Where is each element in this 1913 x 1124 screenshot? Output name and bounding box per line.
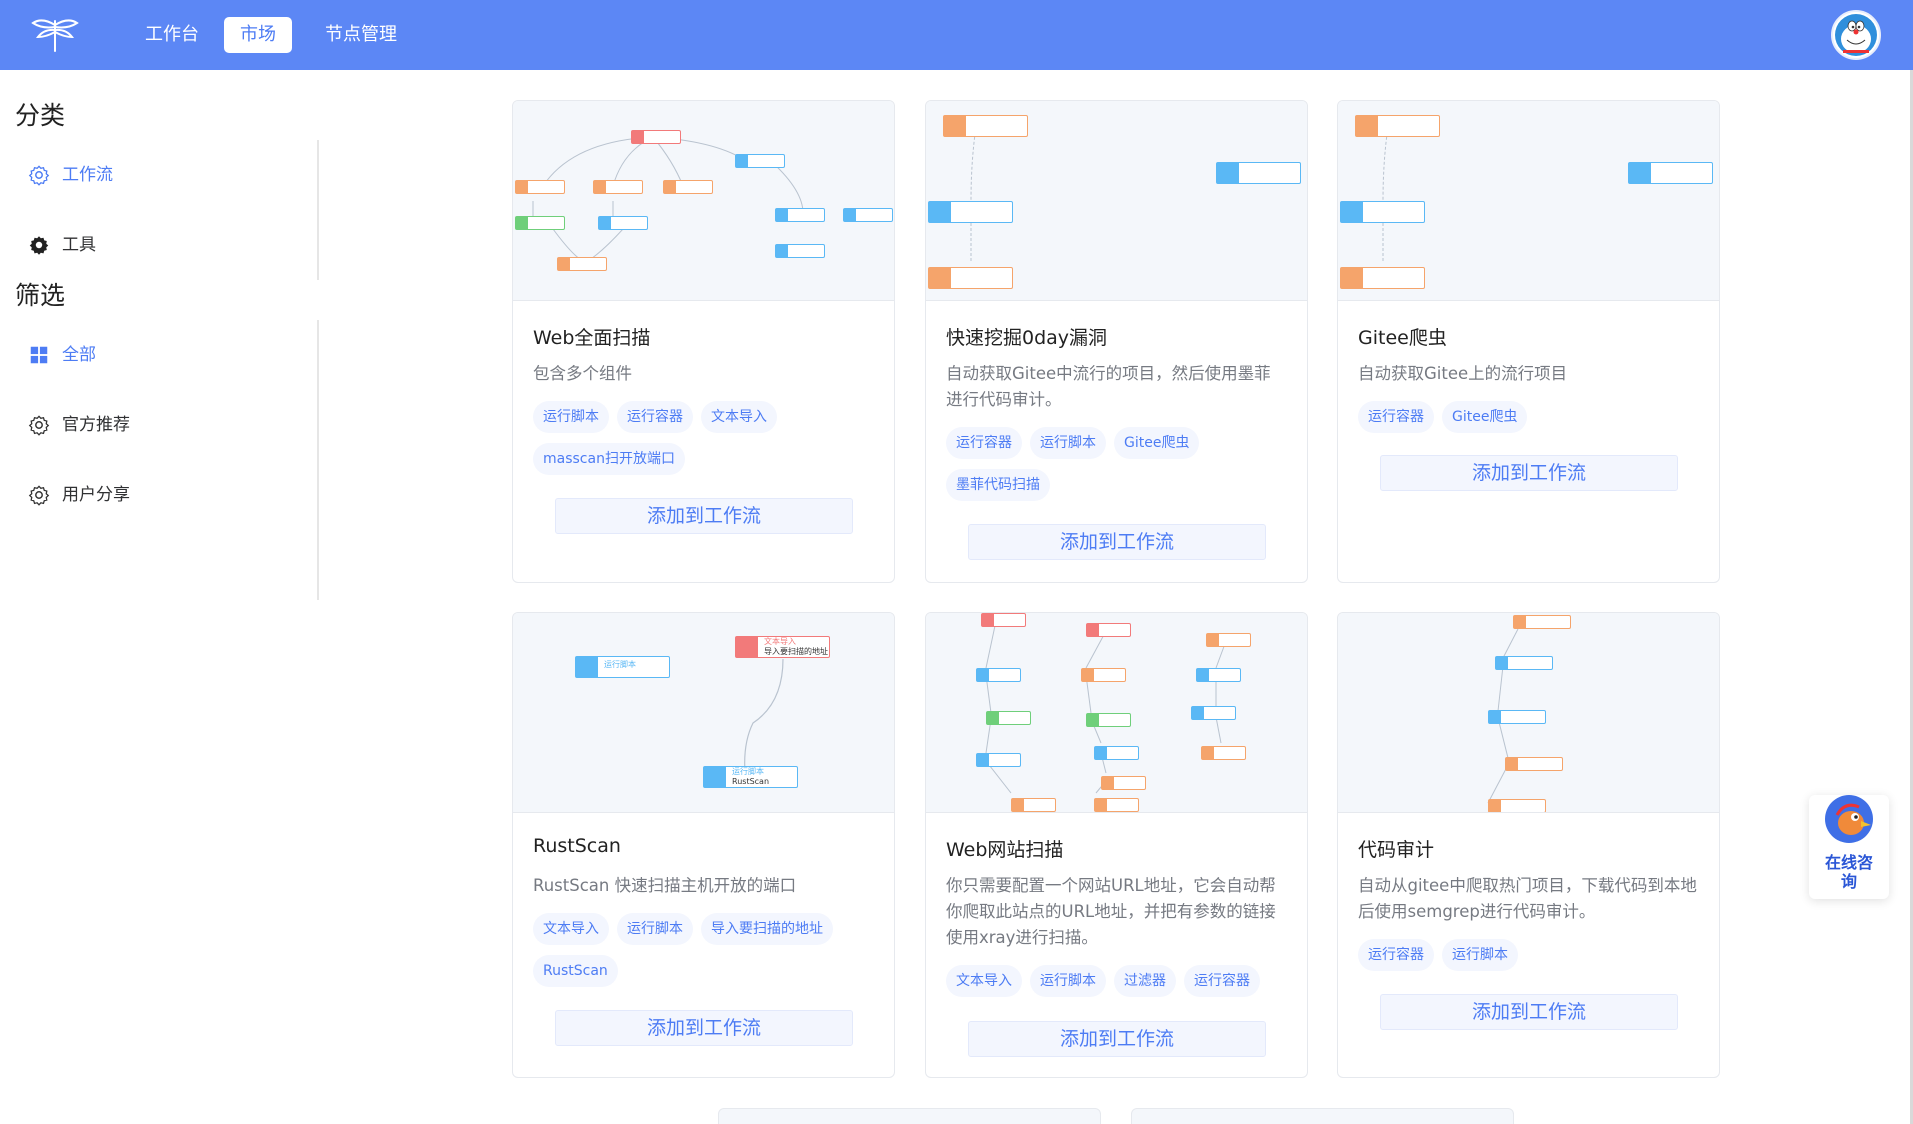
mascot-bird-icon: [1825, 795, 1873, 843]
tag[interactable]: 运行容器: [1358, 939, 1434, 971]
tag[interactable]: 文本导入: [533, 913, 609, 945]
workflow-thumbnail: [926, 613, 1307, 813]
card-description: 包含多个组件: [533, 364, 632, 383]
add-to-workflow-button[interactable]: 添加到工作流: [555, 498, 853, 534]
category-title: 分类: [15, 101, 66, 130]
node-label: 运行脚本: [732, 767, 764, 776]
tag[interactable]: masscan扫开放端口: [533, 443, 685, 475]
workflow-card: Web网站扫描 你只需要配置一个网站URL地址，它会自动帮你爬取此站点的URL地…: [925, 612, 1308, 1078]
tag[interactable]: 运行脚本: [1030, 965, 1106, 997]
tag[interactable]: 运行脚本: [617, 913, 693, 945]
sidebar-item-user-share[interactable]: 用户分享: [28, 480, 130, 510]
tag[interactable]: 墨菲代码扫描: [946, 469, 1050, 501]
node-label: 导入要扫描的地址: [764, 647, 828, 656]
workflow-thumbnail: [1338, 101, 1719, 301]
tag-list: 运行容器 Gitee爬虫: [1358, 401, 1705, 433]
tag[interactable]: RustScan: [533, 955, 618, 987]
gear-filled-icon: [28, 234, 50, 256]
sidebar-item-label: 工作流: [62, 165, 113, 185]
sidebar-item-all[interactable]: 全部: [28, 340, 96, 370]
user-avatar[interactable]: [1831, 10, 1881, 60]
gear-icon: [28, 414, 50, 436]
workflow-thumbnail: 运行脚本 文本导入 导入要扫描的地址 运行脚本 RustScan: [513, 613, 894, 813]
workflow-thumbnail: [926, 101, 1307, 301]
gear-icon: [28, 484, 50, 506]
tag[interactable]: 过滤器: [1114, 965, 1176, 997]
nav-node-management[interactable]: 节点管理: [309, 17, 413, 53]
sidebar-divider: [317, 140, 319, 280]
consult-label: 在线咨询: [1824, 853, 1873, 891]
card-title: RustScan: [533, 835, 621, 857]
tag[interactable]: Gitee爬虫: [1114, 427, 1200, 459]
card-title: Web全面扫描: [533, 327, 651, 349]
card-description: 你只需要配置一个网站URL地址，它会自动帮你爬取此站点的URL地址，并把有参数的…: [946, 876, 1276, 947]
card-title: Web网站扫描: [946, 839, 1064, 861]
workflow-card-peek: [1131, 1108, 1514, 1124]
card-description: 自动从gitee中爬取热门项目，下载代码到本地后使用semgrep进行代码审计。: [1358, 876, 1697, 921]
sidebar-item-label: 官方推荐: [62, 415, 130, 435]
tag-list: 运行容器 运行脚本: [1358, 939, 1705, 971]
grid-icon: [28, 344, 50, 366]
tag[interactable]: 文本导入: [946, 965, 1022, 997]
card-description: 自动获取Gitee中流行的项目，然后使用墨菲进行代码审计。: [946, 364, 1271, 409]
sidebar-item-tools[interactable]: 工具: [28, 230, 96, 260]
dragonfly-logo-icon[interactable]: [30, 15, 80, 55]
node-label: 文本导入: [764, 637, 796, 646]
workflow-card: 代码审计 自动从gitee中爬取热门项目，下载代码到本地后使用semgrep进行…: [1337, 612, 1720, 1078]
card-description: RustScan 快速扫描主机开放的端口: [533, 876, 797, 895]
tag[interactable]: 运行容器: [617, 401, 693, 433]
tag[interactable]: 运行脚本: [1030, 427, 1106, 459]
top-navbar: 工作台 市场 节点管理: [0, 0, 1913, 70]
sidebar-item-label: 工具: [62, 235, 96, 255]
nav-workbench[interactable]: 工作台: [129, 17, 215, 53]
sidebar-item-official[interactable]: 官方推荐: [28, 410, 130, 440]
tag-list: 运行脚本 运行容器 文本导入 masscan扫开放端口: [533, 401, 880, 475]
sidebar-item-label: 全部: [62, 345, 96, 365]
add-to-workflow-button[interactable]: 添加到工作流: [1380, 994, 1678, 1030]
tag[interactable]: Gitee爬虫: [1442, 401, 1528, 433]
add-to-workflow-button[interactable]: 添加到工作流: [968, 1021, 1266, 1057]
tag[interactable]: 文本导入: [701, 401, 777, 433]
tag-list: 文本导入 运行脚本 过滤器 运行容器: [946, 965, 1293, 997]
sidebar-item-label: 用户分享: [62, 485, 130, 505]
online-consult-widget[interactable]: 在线咨询: [1809, 795, 1889, 899]
sidebar-item-workflow[interactable]: 工作流: [28, 160, 113, 190]
workflow-card: Web全面扫描 包含多个组件 运行脚本 运行容器 文本导入 masscan扫开放…: [512, 100, 895, 583]
add-to-workflow-button[interactable]: 添加到工作流: [968, 524, 1266, 560]
tag[interactable]: 运行容器: [946, 427, 1022, 459]
nav-market[interactable]: 市场: [224, 17, 292, 53]
workflow-card: 运行脚本 文本导入 导入要扫描的地址 运行脚本 RustScan RustScan …: [512, 612, 895, 1078]
sidebar: 分类 工作流 工具 筛选 全部 官方推荐 用户分享: [0, 70, 320, 1070]
tag[interactable]: 运行脚本: [533, 401, 609, 433]
tag-list: 文本导入 运行脚本 导入要扫描的地址 RustScan: [533, 913, 880, 987]
node-label: RustScan: [732, 777, 770, 786]
sidebar-divider: [317, 320, 319, 600]
node-label: 运行脚本: [604, 660, 636, 669]
filter-title: 筛选: [15, 281, 66, 310]
workflow-thumbnail: [1338, 613, 1719, 813]
add-to-workflow-button[interactable]: 添加到工作流: [1380, 455, 1678, 491]
workflow-thumbnail: [513, 101, 894, 301]
add-to-workflow-button[interactable]: 添加到工作流: [555, 1010, 853, 1046]
workflow-card: 快速挖掘0day漏洞 自动获取Gitee中流行的项目，然后使用墨菲进行代码审计。…: [925, 100, 1308, 583]
card-title: 快速挖掘0day漏洞: [946, 327, 1108, 349]
tag[interactable]: 导入要扫描的地址: [701, 913, 833, 945]
card-title: 代码审计: [1358, 839, 1435, 861]
card-title: Gitee爬虫: [1358, 327, 1447, 349]
card-description: 自动获取Gitee上的流行项目: [1358, 364, 1568, 383]
tag-list: 运行容器 运行脚本 Gitee爬虫 墨菲代码扫描: [946, 427, 1293, 501]
tag[interactable]: 运行容器: [1184, 965, 1260, 997]
gear-icon: [28, 164, 50, 186]
tag[interactable]: 运行容器: [1358, 401, 1434, 433]
tag[interactable]: 运行脚本: [1442, 939, 1518, 971]
workflow-card: Gitee爬虫 自动获取Gitee上的流行项目 运行容器 Gitee爬虫 添加到…: [1337, 100, 1720, 583]
workflow-card-peek: [718, 1108, 1101, 1124]
